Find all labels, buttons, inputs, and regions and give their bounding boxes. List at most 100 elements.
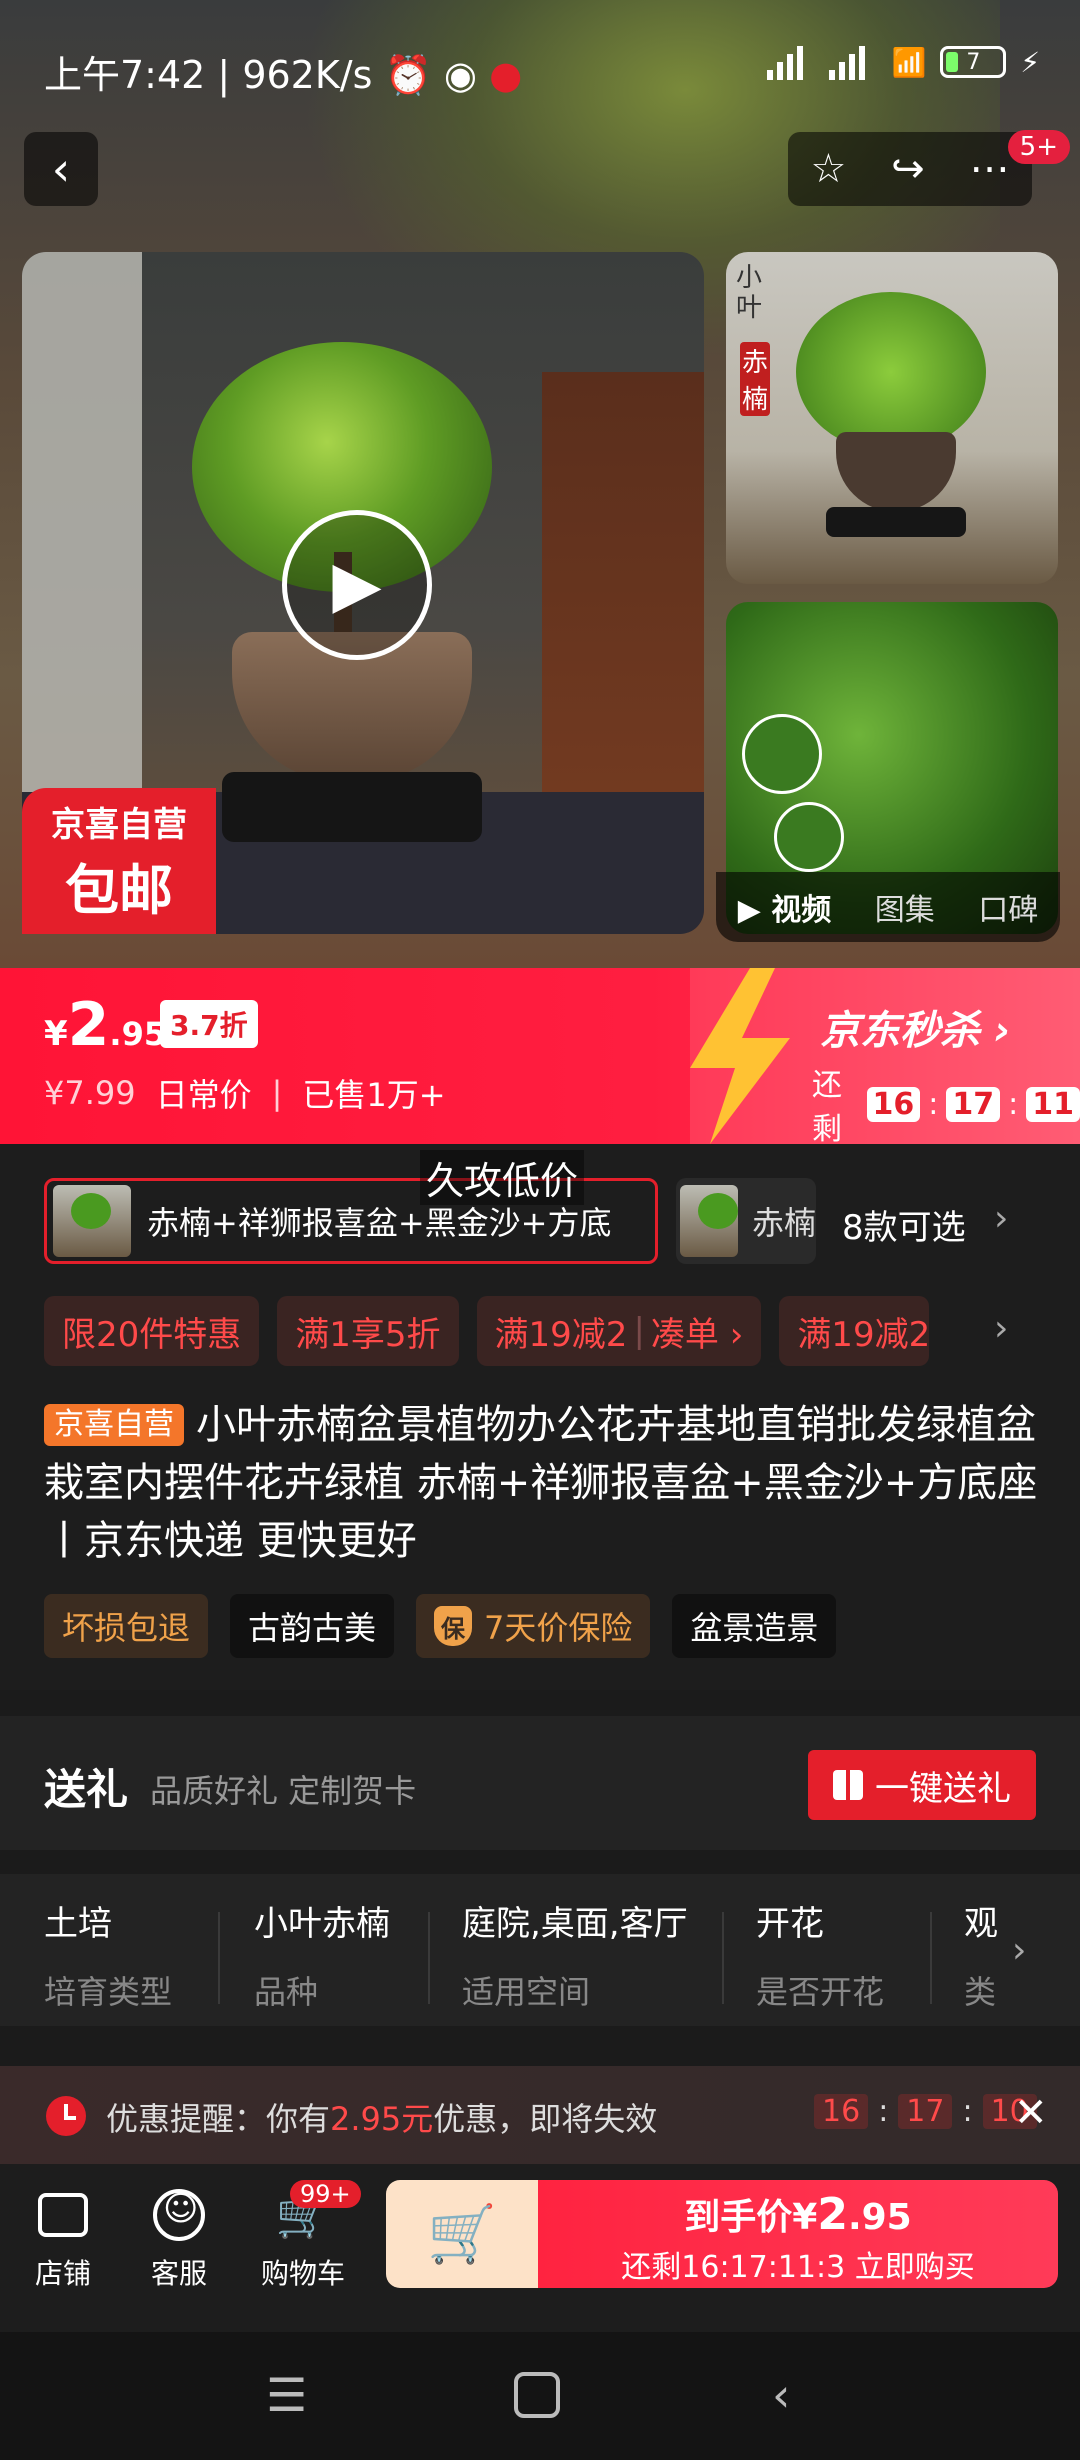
wifi-icon: 📶 — [891, 45, 927, 79]
back-button[interactable]: ‹ — [24, 132, 98, 206]
promo-tag[interactable]: 满19减2 — [779, 1296, 930, 1366]
clock-text: 上午7:42 — [44, 53, 206, 97]
buy-now-button[interactable]: 到手价¥2.95 还剩16:17:11:3 立即购买 — [538, 2180, 1058, 2288]
attr-item: 开花 是否开花 — [756, 1896, 884, 2013]
chip-damage-refund[interactable]: 坏损包退 — [44, 1594, 209, 1658]
attr-value: 庭院,桌面,客厅 — [462, 1904, 688, 1944]
reminder-timer: 16: 17: 10 — [814, 2094, 1037, 2129]
chevron-right-icon[interactable]: › — [1012, 1930, 1026, 1971]
star-icon[interactable]: ☆ — [810, 146, 846, 192]
back-nav-icon[interactable]: ‹ — [772, 2368, 790, 2422]
leaf-zoom-1 — [742, 714, 822, 794]
send-gift-label: 一键送礼 — [875, 1768, 1011, 1809]
discount-badge: 3.7折 — [160, 1000, 258, 1048]
bonsai-stand — [222, 772, 482, 842]
status-time: 上午7:42 | 962K/s ⏰ ◉ ● — [44, 53, 523, 97]
promo-tag[interactable]: 限20件特惠 — [44, 1296, 260, 1366]
seckill-countdown: 还剩 16: 17: 11 — [812, 1060, 1080, 1148]
buy-currency: ¥ — [792, 2197, 818, 2238]
attr-item: 小叶赤楠 品种 — [254, 1896, 390, 2013]
store-label: 店铺 — [34, 2257, 91, 2290]
badge-line1: 京喜自营 — [51, 805, 187, 845]
jingxi-free-shipping-badge: 京喜自营 包邮 — [22, 788, 216, 934]
sold-count: 已售1万+ — [302, 1076, 446, 1114]
price-dec: .95 — [109, 1015, 167, 1053]
play-video-button[interactable]: ▶ — [282, 510, 432, 660]
seckill-title[interactable]: 京东秒杀 › — [820, 998, 1010, 1056]
timer-hours: 16 — [814, 2094, 869, 2129]
menu-icon[interactable]: ☰ — [266, 2368, 307, 2422]
store-button[interactable]: 店铺 — [8, 2184, 118, 2292]
timer-minutes: 17 — [898, 2094, 953, 2129]
variant-count[interactable]: 8款可选 — [842, 1200, 966, 1249]
chevron-right-icon[interactable]: › — [994, 1198, 1008, 1239]
cart-label: 购物车 — [260, 2257, 345, 2290]
buy-price-dec: .95 — [847, 2197, 912, 2238]
low-price-tip: 久攻低价 — [420, 1150, 585, 1205]
price-currency: ¥ — [44, 1014, 68, 1054]
share-icon[interactable]: ↪ — [891, 146, 925, 192]
app-icon: ◉ — [443, 53, 478, 97]
service-chips: 坏损包退 古韵古美 保 7天价保险 盆景造景 — [44, 1594, 837, 1658]
signal-icon-2 — [829, 44, 877, 80]
home-icon[interactable] — [514, 2372, 560, 2418]
buy-price-line: 到手价¥2.95 — [538, 2188, 1058, 2240]
thumb-pot — [836, 432, 956, 512]
send-gift-button[interactable]: 一键送礼 — [808, 1750, 1036, 1820]
attr-value: 土培 — [44, 1904, 112, 1944]
buy-countdown-line: 还剩16:17:11:3 立即购买 — [621, 2250, 975, 2285]
shield-icon: 保 — [434, 1606, 473, 1646]
thumb-foliage — [796, 292, 986, 452]
variant-thumb-2 — [680, 1185, 738, 1257]
price-int: 2 — [67, 990, 110, 1060]
countdown-minutes: 17 — [946, 1086, 1001, 1122]
attr-key: 是否开花 — [756, 1973, 885, 2011]
lightning-icon — [690, 968, 790, 1144]
chip-price-protect[interactable]: 保 7天价保险 — [416, 1594, 651, 1658]
leaf-zoom-2 — [774, 802, 844, 872]
service-button[interactable]: 客服 — [124, 2184, 234, 2292]
add-cart-icon: 🛒 — [427, 2202, 497, 2267]
divider: | — [633, 1311, 645, 1351]
attr-item: 土培 培育类型 — [44, 1896, 172, 2013]
chip-landscape[interactable]: 盆景造景 — [672, 1594, 837, 1658]
attr-item: 观 类 — [964, 1896, 1004, 2013]
reminder-suffix: 优惠，即将失效 — [433, 2100, 658, 2138]
reminder-text: 优惠提醒：你有2.95元优惠，即将失效 — [106, 2094, 657, 2140]
attr-key: 培育类型 — [44, 1973, 173, 2011]
chevron-right-icon: › — [993, 1008, 1011, 1054]
jingxi-tag: 京喜自营 — [44, 1404, 184, 1446]
attr-item: 庭院,桌面,客厅 适用空间 — [462, 1896, 688, 2013]
promo-label: 满19减2 — [494, 1314, 628, 1355]
tab-gallery[interactable]: 图集 — [875, 885, 935, 929]
variant-thumb — [53, 1185, 131, 1257]
product-title-text: 小叶赤楠盆景植物办公花卉基地直销批发绿植盆栽室内摆件花卉绿植 赤楠+祥狮报喜盆+… — [44, 1402, 1038, 1564]
thumb-text-1: 小叶 — [736, 263, 763, 323]
thumb-text-2: 赤楠 — [740, 342, 770, 416]
promo-tag[interactable]: 满19减2 | 凑单 › — [476, 1296, 762, 1366]
chip-style[interactable]: 古韵古美 — [230, 1594, 395, 1658]
remain-label: 还剩 — [812, 1068, 842, 1147]
gift-title: 送礼 — [44, 1765, 129, 1814]
original-price: ¥7.99 — [44, 1074, 136, 1112]
promo-tag[interactable]: 满1享5折 — [277, 1296, 459, 1366]
clock-icon — [46, 2096, 86, 2136]
chip-price-protect-label: 7天价保险 — [484, 1609, 633, 1647]
header-actions: ☆ ↪ ⋯ — [788, 132, 1032, 206]
chevron-right-icon[interactable]: › — [994, 1308, 1008, 1349]
add-to-cart-button[interactable]: 🛒 — [386, 2180, 538, 2288]
thumbnail-1[interactable]: 小叶 赤楠 — [726, 252, 1058, 584]
tab-video[interactable]: ▶ 视频 — [738, 885, 832, 929]
charging-icon: ⚡ — [1020, 45, 1040, 79]
close-icon[interactable]: ✕ — [1014, 2090, 1048, 2136]
tab-reviews[interactable]: 口碑 — [978, 885, 1038, 929]
status-bar: 上午7:42 | 962K/s ⏰ ◉ ● 📶 7 ⚡ — [0, 0, 1080, 130]
current-price: ¥ 2 .95 — [44, 990, 166, 1060]
battery-icon: 7 — [940, 46, 1007, 78]
tab-video-label: 视频 — [771, 893, 832, 928]
promo-row: 限20件特惠 满1享5折 满19减2 | 凑单 › 满19减2 — [44, 1296, 930, 1366]
more-icon[interactable]: ⋯ — [970, 146, 1010, 192]
jd-app-icon: ● — [489, 53, 523, 97]
status-right: 📶 7 ⚡ — [767, 44, 1040, 80]
variant-option-2[interactable]: 赤楠 — [676, 1178, 816, 1264]
